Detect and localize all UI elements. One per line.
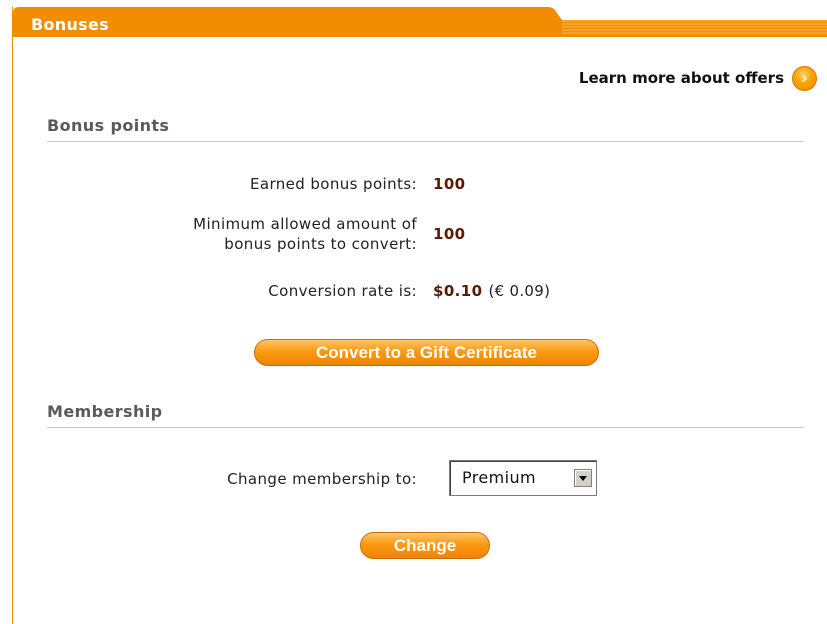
change-membership-button[interactable]: Change [360,532,490,559]
minimum-points-label-line2: bonus points to convert: [224,235,417,253]
earned-points-row: Earned bonus points: 100 [13,173,827,195]
chevron-right-icon[interactable]: › [792,65,817,91]
tab-title[interactable]: Bonuses [31,15,109,34]
tab-bar: Bonuses [13,7,827,37]
membership-select[interactable]: Premium [449,460,597,496]
dropdown-arrow-glyph [579,475,587,481]
dropdown-arrow-icon[interactable] [574,469,592,487]
minimum-points-row: Minimum allowed amount of bonus points t… [13,213,827,255]
membership-select-value: Premium [462,468,536,487]
conversion-rate-value: $0.10 [433,282,483,300]
convert-gift-certificate-button[interactable]: Convert to a Gift Certificate [254,339,599,366]
minimum-points-label: Minimum allowed amount of bonus points t… [13,214,433,254]
bonuses-panel: Bonuses Learn more about offers › Bonus … [12,7,827,624]
conversion-rate-row: Conversion rate is: $0.10 (€ 0.09) [13,280,827,302]
minimum-points-label-line1: Minimum allowed amount of [193,215,417,233]
learn-more-link[interactable]: Learn more about offers › [579,65,817,91]
bonus-points-header: Bonus points [47,116,804,142]
learn-more-label[interactable]: Learn more about offers [579,69,784,87]
membership-header: Membership [47,402,804,428]
conversion-rate-euro: (€ 0.09) [488,282,551,300]
tab-bar-graphic [13,7,827,37]
earned-points-label: Earned bonus points: [249,175,417,193]
earned-points-value: 100 [433,175,466,193]
conversion-rate-label: Conversion rate is: [268,282,417,300]
minimum-points-value: 100 [433,225,466,243]
change-membership-label: Change membership to: [227,470,417,488]
membership-row: Change membership to: [13,468,827,490]
